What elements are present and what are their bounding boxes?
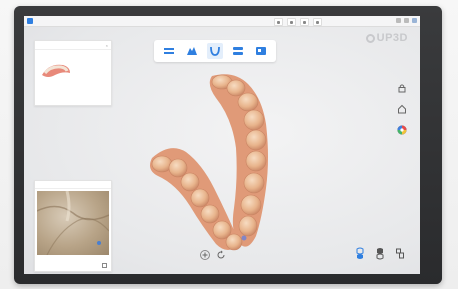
upper-scan-icon [356,247,364,259]
lower-jaw-icon [187,47,198,55]
tool-icon [316,20,319,24]
scan-type-selector [354,246,406,260]
brand-watermark: UP3D [365,32,408,44]
tool-icon [290,20,293,24]
top-tool-4[interactable] [313,18,322,26]
color-button[interactable] [396,124,408,136]
lower-jaw-button[interactable] [184,43,200,59]
tool-icon [303,20,306,24]
arch-view-button[interactable] [206,43,223,59]
title-bar [24,16,420,27]
add-icon [202,252,208,258]
camera-panel-footer [35,259,111,271]
bottom-controls [200,250,226,260]
close-button[interactable] [412,18,417,23]
bite-icon [232,47,243,55]
scan-thumbnail [42,64,70,77]
top-tool-1[interactable] [274,18,283,26]
home-button[interactable] [396,103,408,115]
bite-button[interactable] [230,43,246,59]
full-view-icon [255,47,266,55]
brand-logo-icon [365,33,375,43]
add-button[interactable] [200,250,210,260]
arch-view-icon [210,46,220,56]
upper-scan-button[interactable] [354,246,366,260]
brand-text: UP3D [376,32,408,44]
minimize-button[interactable] [396,18,401,23]
lock-icon [398,84,406,93]
rotate-button[interactable] [216,250,226,260]
camera-preview-panel [34,180,112,272]
lower-scan-button[interactable] [374,246,386,260]
top-tools [274,18,322,26]
camera-image [37,191,109,255]
app-logo-icon [27,18,33,24]
camera-live-view [37,191,109,255]
rotate-icon [217,250,225,259]
top-tool-2[interactable] [287,18,296,26]
close-icon[interactable]: × [106,43,108,48]
top-tool-3[interactable] [300,18,309,26]
lower-scan-icon [376,247,384,259]
home-icon [398,104,406,114]
bite-scan-icon [396,248,404,258]
window-controls [396,18,417,23]
lock-button[interactable] [396,82,408,94]
right-toolbar [396,82,408,136]
scan-card-header: × [35,41,111,50]
camera-panel-header [35,181,111,189]
view-toolbar [154,40,276,62]
upper-jaw-icon [164,48,175,54]
full-view-button[interactable] [253,43,269,59]
maximize-button[interactable] [404,18,409,23]
tool-icon [277,20,280,24]
grid-icon[interactable] [102,263,107,268]
upper-jaw-button[interactable] [161,43,177,59]
dental-arch-3d-model[interactable] [144,68,304,258]
color-wheel-icon [397,125,407,135]
bite-scan-button[interactable] [394,246,406,260]
scan-info-card: × [34,40,112,106]
app-screen: UP3D × [24,16,420,274]
